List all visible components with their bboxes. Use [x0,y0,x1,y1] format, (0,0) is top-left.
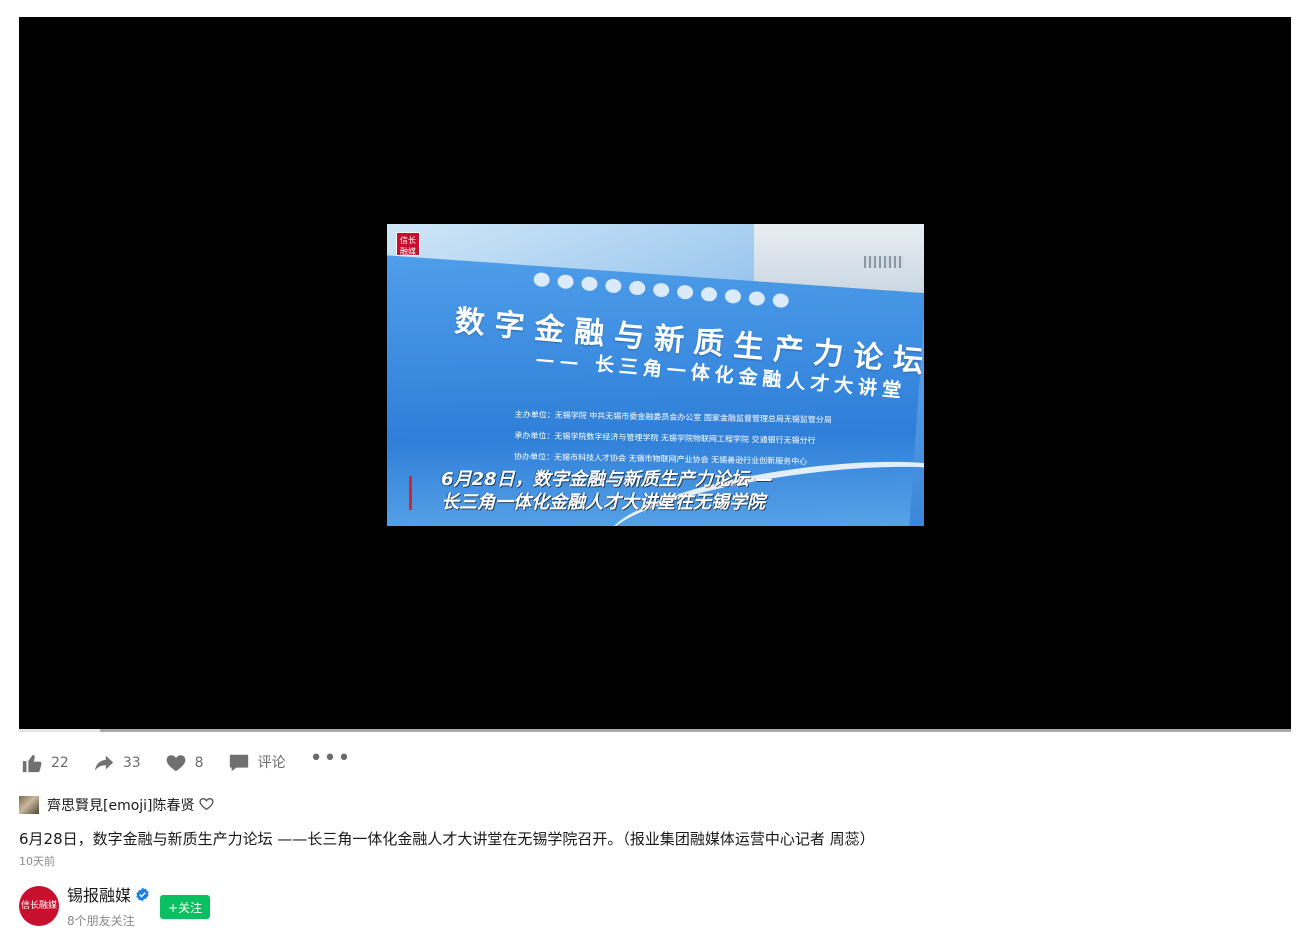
verified-badge-icon [131,885,150,906]
heart-outline-icon [195,794,215,816]
favorite-count: 8 [194,755,204,771]
sponsor-logo [652,282,670,298]
liked-by-row: 齊思賢見[emoji]陈春贤 [19,795,215,815]
sponsor-logo [628,280,646,296]
video-frame: 信长融媒 数字金融与新质生产力论坛 —— 长三角一体化金融人才大讲堂 主办单位：… [387,224,924,526]
author-name-row: 锡报融媒 [67,885,150,906]
liked-by-names[interactable]: 齊思賢見[emoji]陈春贤 [47,795,195,815]
more-button[interactable]: ••• [310,748,352,770]
like-count: 22 [51,755,69,771]
action-bar: 22 33 8 评论 ••• [21,748,376,775]
video-caption: 6月28日，数字金融与新质生产力论坛 — 长三角一体化金融人才大讲堂在无锡学院 [441,468,773,514]
page: 信长融媒 数字金融与新质生产力论坛 —— 长三角一体化金融人才大讲堂 主办单位：… [0,0,1309,937]
caption-line: 长三角一体化金融人才大讲堂在无锡学院 [441,492,765,513]
heart-icon [166,755,186,772]
author-avatar-text: 信长融媒 [20,901,57,911]
author-row: 信长融媒 锡报融媒 8个朋友关注 +关注 [19,885,211,930]
thumbs-up-icon [22,754,42,773]
post-time: 10天前 [19,855,55,868]
comment-bubble-icon [229,754,248,772]
caption-accent-bar [409,476,412,510]
comment-button[interactable]: 评论 [228,752,286,774]
comment-label: 评论 [257,755,286,771]
sponsor-logo [580,276,599,292]
share-button[interactable]: 33 [93,752,141,774]
video-player[interactable]: 信长融媒 数字金融与新质生产力论坛 —— 长三角一体化金融人才大讲堂 主办单位：… [19,17,1291,729]
ceiling-vent [864,256,904,268]
favorite-button[interactable]: 8 [165,752,204,774]
sponsor-logo [700,286,718,302]
caption-line: 6月28日，数字金融与新质生产力论坛 — [441,469,773,490]
sponsor-logo [533,271,551,288]
sponsor-logo [772,292,790,309]
video-progress-fill [19,729,101,732]
post-description: 6月28日，数字金融与新质生产力论坛 ——长三角一体化金融人才大讲堂在无锡学院召… [19,830,875,848]
sponsor-logo [676,284,694,300]
author-name[interactable]: 锡报融媒 [67,886,131,906]
sponsor-logo [748,290,766,307]
share-count: 33 [122,755,141,771]
more-dots-icon: ••• [309,746,352,771]
sponsor-logo [724,288,742,305]
frame-logo-badge: 信长融媒 [396,232,420,256]
share-arrow-icon [94,755,113,771]
friends-following: 8个朋友关注 [67,914,135,928]
author-meta: 锡报融媒 8个朋友关注 [67,885,150,930]
sponsor-logo [604,278,622,294]
video-progress-bar[interactable] [19,729,1291,732]
like-button[interactable]: 22 [21,752,69,774]
sponsor-logo [556,274,575,290]
author-avatar[interactable]: 信长融媒 [19,886,59,926]
liker-avatar[interactable] [19,796,39,814]
follow-button[interactable]: +关注 [160,895,211,919]
organizer-lines: 主办单位：无锡学院 中共无锡市委金融委员会办公室 国家金融监督管理总局无锡监管分… [514,404,832,473]
